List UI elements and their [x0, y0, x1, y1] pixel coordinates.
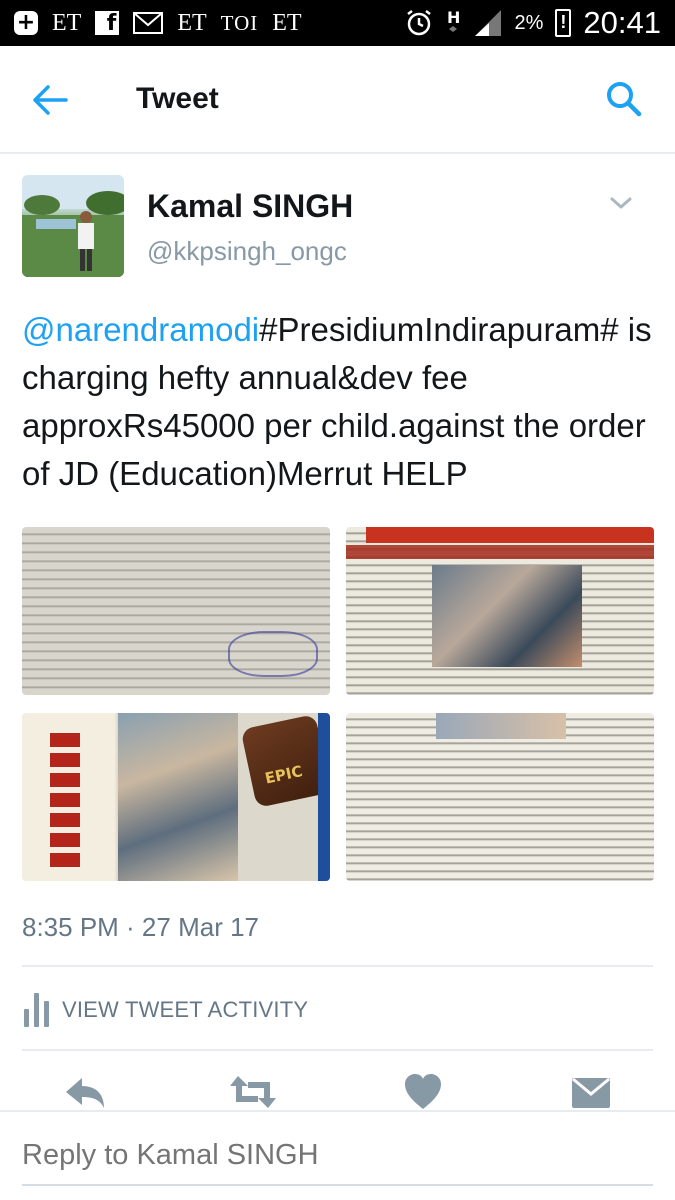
- tweet-timestamp: 8:35 PM · 27 Mar 17: [22, 912, 259, 942]
- reply-input[interactable]: [22, 1134, 653, 1186]
- status-bar: + ET f ET TOI ET H 2% 20:41: [0, 0, 675, 46]
- facebook-icon: f: [95, 11, 120, 35]
- avatar-photo: [22, 175, 124, 277]
- avatar[interactable]: [22, 175, 124, 277]
- battery-percent: 2%: [514, 11, 544, 34]
- message-button[interactable]: [566, 1072, 616, 1112]
- clock: 20:41: [583, 5, 661, 40]
- svg-text:H: H: [447, 8, 460, 27]
- app-header: Tweet: [0, 46, 675, 154]
- tweet-actions: [0, 1072, 675, 1112]
- reply-icon: [66, 1078, 104, 1108]
- newspaper-headline: [366, 527, 654, 543]
- newspaper-subhead: [346, 545, 654, 559]
- divider: [22, 1049, 653, 1051]
- mention-link[interactable]: @narendramodi: [22, 311, 259, 348]
- newspaper-red-headline: [50, 733, 80, 873]
- media-label-epic: EPIC: [263, 762, 305, 788]
- data-h-icon: H: [447, 8, 460, 32]
- media-grid: EPIC: [22, 527, 654, 882]
- media-photo-2[interactable]: [346, 527, 654, 695]
- notification-toi: TOI: [220, 10, 259, 35]
- ice-cream-image: EPIC: [240, 713, 330, 809]
- tweet-text: @narendramodi#PresidiumIndirapuram# is c…: [22, 306, 654, 498]
- media-photo-4[interactable]: [346, 713, 654, 881]
- author-handle[interactable]: @kkpsingh_ongc: [147, 236, 347, 267]
- notification-et-2: ET: [177, 9, 207, 36]
- alarm-icon: [406, 10, 431, 36]
- back-button[interactable]: [30, 82, 70, 118]
- reply-button[interactable]: [60, 1072, 110, 1112]
- retweet-button[interactable]: [228, 1072, 278, 1112]
- newspaper-image: [118, 713, 238, 881]
- like-button[interactable]: [398, 1072, 448, 1112]
- search-button[interactable]: [605, 80, 643, 118]
- search-icon: [607, 82, 642, 117]
- notification-et-3: ET: [272, 9, 302, 36]
- notification-et-1: ET: [52, 9, 82, 36]
- notification-icons: + ET f ET TOI ET: [14, 10, 302, 37]
- plus-icon: +: [14, 11, 38, 35]
- like-icon: [405, 1074, 441, 1109]
- mail-icon: [133, 12, 164, 34]
- battery-icon: [555, 9, 572, 37]
- stamp-mark: [228, 631, 318, 677]
- message-icon: [572, 1077, 610, 1108]
- page-title: Tweet: [136, 82, 219, 115]
- retweet-icon: [230, 1076, 276, 1108]
- signal-icon: [474, 10, 501, 36]
- author-name[interactable]: Kamal SINGH: [147, 188, 353, 225]
- divider: [22, 965, 653, 967]
- view-tweet-activity-button[interactable]: VIEW TWEET ACTIVITY: [22, 990, 308, 1030]
- bar-chart-icon: [22, 993, 52, 1027]
- arrow-left-icon: [33, 85, 68, 115]
- newspaper-image: [432, 565, 582, 667]
- media-photo-3[interactable]: EPIC: [22, 713, 330, 881]
- chevron-down-icon: [610, 197, 632, 209]
- reply-bar: [0, 1110, 675, 1200]
- system-status: H 2% 20:41: [405, 5, 661, 41]
- newspaper-image: [436, 713, 566, 739]
- newspaper-edge: [318, 713, 330, 881]
- view-tweet-activity-label: VIEW TWEET ACTIVITY: [62, 997, 309, 1022]
- tweet-menu-button[interactable]: [606, 192, 636, 214]
- media-photo-1[interactable]: [22, 527, 330, 695]
